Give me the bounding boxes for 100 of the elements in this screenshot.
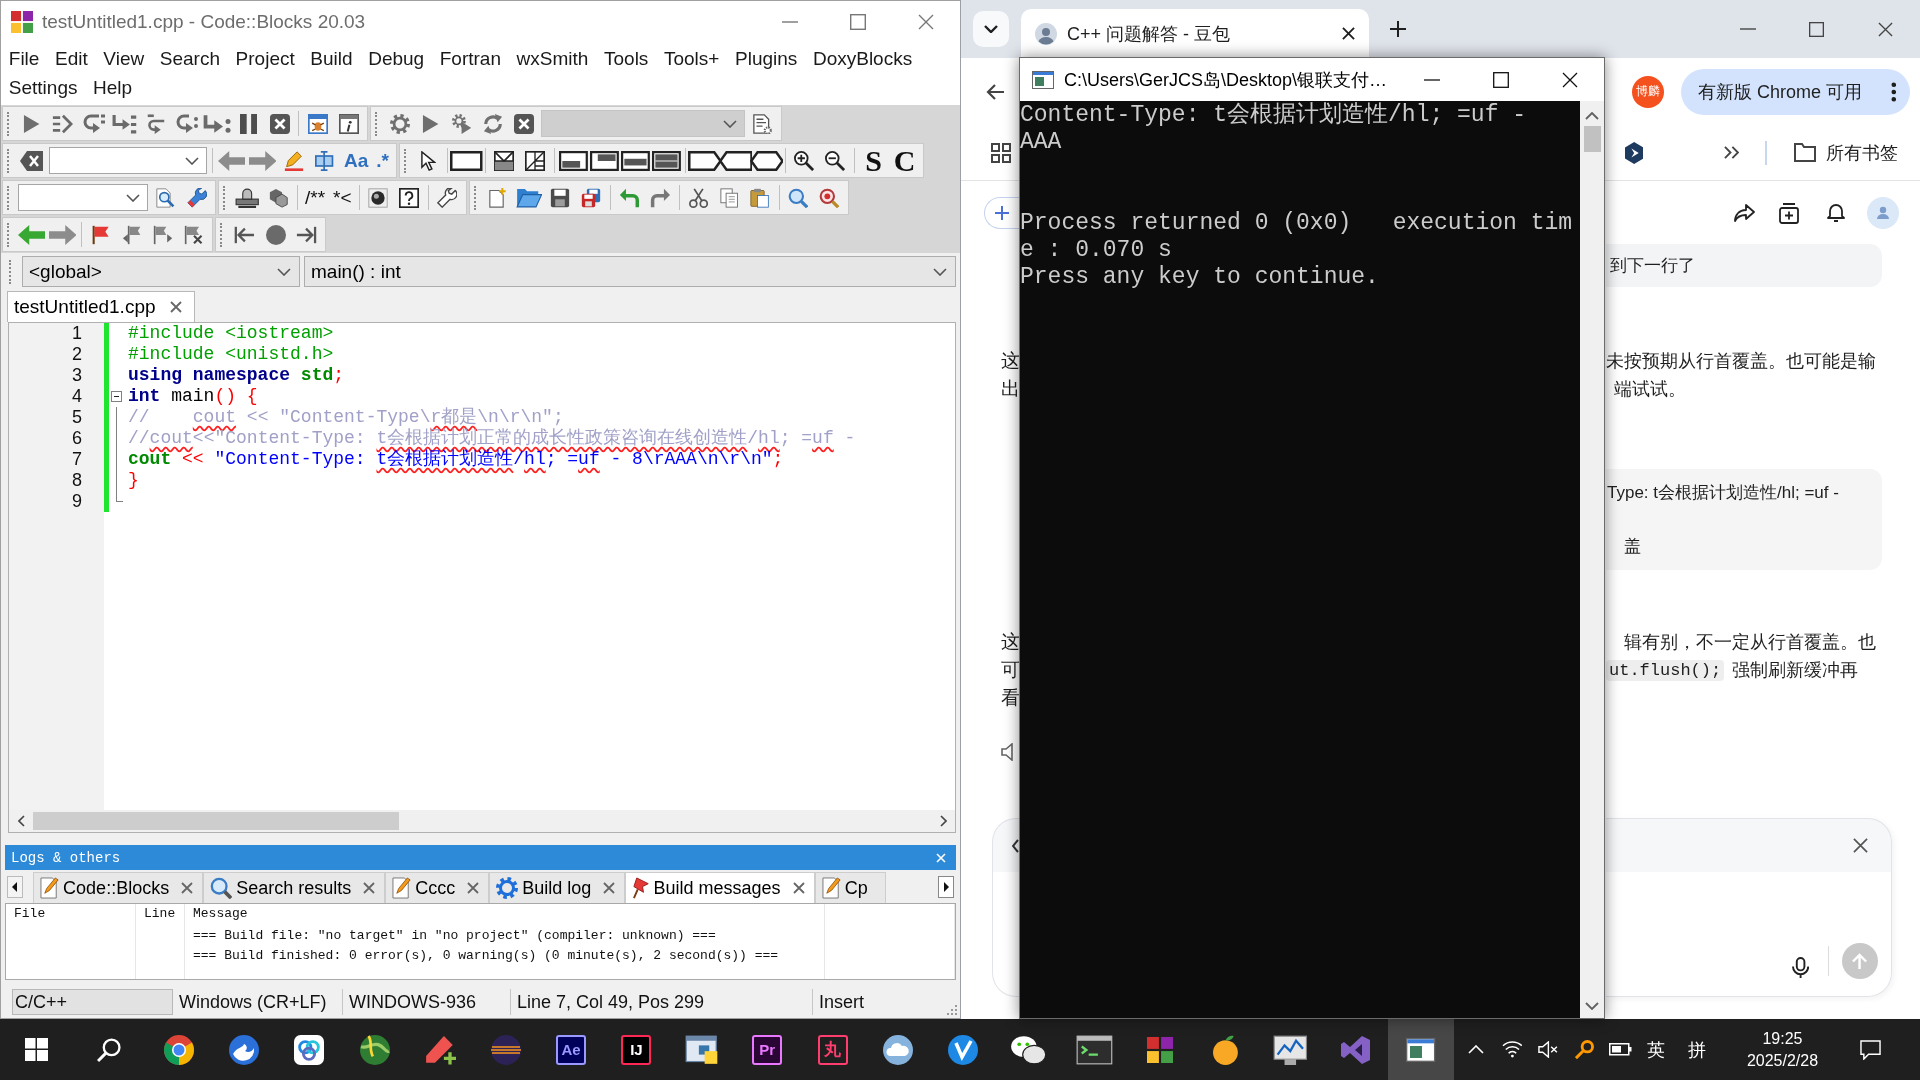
arrow-right-icon[interactable] — [48, 224, 77, 245]
toolbar-grip[interactable] — [473, 185, 478, 210]
menu-item[interactable]: Tools+ — [656, 44, 728, 73]
scrollbar-thumb[interactable] — [1583, 126, 1601, 152]
bug-window-icon[interactable] — [307, 113, 328, 134]
split-box-icon[interactable] — [494, 150, 515, 171]
bar-arrow-right-icon[interactable] — [296, 224, 317, 245]
toolbar-grip[interactable] — [7, 185, 11, 210]
search-replace-icon[interactable] — [819, 187, 840, 208]
close-icon[interactable] — [1342, 27, 1355, 40]
wrench-icon[interactable] — [186, 187, 207, 208]
bell-icon[interactable] — [1827, 204, 1845, 222]
help-icon[interactable] — [399, 187, 420, 208]
letter-button[interactable]: S — [858, 146, 889, 175]
tag-shape-icon[interactable] — [718, 150, 753, 171]
close-icon[interactable] — [1878, 21, 1893, 37]
menu-item[interactable]: View — [95, 44, 152, 73]
menu-item[interactable]: File — [1, 44, 48, 73]
comment-button[interactable]: *< — [329, 183, 356, 212]
scope-dropdown[interactable]: <global> — [22, 256, 300, 287]
zoom-in-icon[interactable] — [794, 150, 815, 171]
bar-box-icon[interactable] — [559, 150, 588, 171]
paste-icon[interactable] — [750, 187, 770, 208]
flag-arrow-icon[interactable] — [152, 224, 173, 245]
resize-grip-icon[interactable] — [947, 1005, 957, 1015]
rectangle-icon[interactable] — [450, 150, 483, 171]
menu-item[interactable]: Search — [152, 44, 228, 73]
play-icon[interactable] — [22, 113, 41, 134]
triangle-right-icon[interactable] — [938, 875, 954, 898]
open-folder-icon[interactable] — [516, 187, 542, 208]
battery-icon[interactable] — [1608, 1043, 1632, 1056]
toolbar-grip[interactable] — [7, 111, 11, 136]
toolbar-grip[interactable] — [223, 185, 227, 210]
play-icon[interactable] — [421, 113, 440, 134]
input-language[interactable]: 英 — [1647, 1037, 1665, 1062]
menu-item[interactable]: Fortran — [431, 44, 509, 73]
maximize-icon[interactable] — [1492, 71, 1509, 88]
new-chat-button[interactable] — [984, 197, 1020, 229]
more-icon[interactable] — [1890, 81, 1896, 102]
undo-icon[interactable] — [618, 187, 640, 208]
windows-icon[interactable] — [24, 1038, 48, 1061]
share-icon[interactable] — [1734, 204, 1755, 222]
chat-input-field[interactable] — [1606, 818, 1892, 997]
wifi-icon[interactable] — [1501, 1041, 1523, 1058]
menu-item[interactable]: DoxyBlocks — [805, 44, 920, 73]
search-icon[interactable] — [97, 1037, 121, 1062]
diagonal-box-icon[interactable] — [525, 150, 546, 171]
flag-arrow-icon[interactable] — [121, 224, 142, 245]
refresh-icon[interactable] — [482, 113, 503, 134]
curved-arrow-icon[interactable] — [145, 113, 166, 134]
wrench-icon[interactable] — [437, 187, 458, 208]
browser-tab[interactable]: C++ 问题解答 - 豆包 — [1021, 9, 1369, 58]
notification-icon[interactable] — [1859, 1039, 1881, 1060]
info-window-icon[interactable] — [338, 113, 359, 134]
toolbar-grip[interactable] — [7, 148, 11, 173]
save-all-icon[interactable] — [581, 187, 602, 208]
input-mode[interactable]: 拼 — [1688, 1037, 1706, 1062]
chevron-down-icon[interactable] — [1585, 1002, 1599, 1010]
panel-tab[interactable]: Build log — [489, 872, 626, 903]
clear-icon[interactable] — [20, 150, 43, 171]
chevron-right-icon[interactable] — [940, 815, 947, 827]
gear-icon[interactable] — [389, 113, 410, 134]
menu-item[interactable]: Tools — [596, 44, 657, 73]
speaker-icon[interactable] — [1001, 743, 1013, 761]
taskbar-button[interactable]: IJ — [603, 1019, 670, 1080]
menu-item[interactable]: Debug — [360, 44, 432, 73]
redo-icon[interactable] — [649, 187, 671, 208]
flag-icon[interactable] — [91, 224, 110, 245]
close-icon[interactable] — [1853, 838, 1868, 853]
chevron-left-icon[interactable] — [18, 815, 25, 827]
find-document-icon[interactable] — [156, 187, 175, 208]
dot-icon[interactable] — [265, 224, 286, 245]
menu-item[interactable]: Plugins — [727, 44, 806, 73]
close-icon[interactable] — [1561, 71, 1578, 88]
tag-shape-icon[interactable] — [687, 150, 722, 171]
cursor-icon[interactable] — [421, 150, 436, 171]
new-file-icon[interactable] — [489, 187, 507, 208]
taskbar-button[interactable]: Ae — [538, 1019, 604, 1080]
toolbar-grip[interactable] — [9, 259, 13, 284]
panel-tab[interactable]: Cccc — [385, 872, 490, 903]
cubes-icon[interactable] — [268, 187, 289, 208]
bar-box-icon[interactable] — [590, 150, 619, 171]
bookmarks-folder[interactable]: 所有书签 — [1794, 140, 1898, 165]
toolbar-grip[interactable] — [7, 222, 11, 247]
taskbar-button[interactable]: Pr — [734, 1019, 800, 1080]
stamp-icon[interactable] — [235, 187, 260, 208]
triangle-left-icon[interactable] — [7, 875, 23, 898]
curved-arrow-icon[interactable] — [82, 113, 105, 134]
selection-icon[interactable] — [315, 150, 334, 171]
minimize-icon[interactable] — [1423, 78, 1440, 81]
menu-item[interactable]: Settings — [1, 73, 86, 102]
document-gear-icon[interactable] — [752, 113, 773, 134]
editor-tab[interactable]: testUntitled1.cpp — [7, 291, 195, 322]
scrollbar-thumb[interactable] — [33, 812, 399, 830]
scissors-icon[interactable] — [688, 187, 708, 208]
zoom-out-icon[interactable] — [825, 150, 846, 171]
hexagon-shape-icon[interactable] — [749, 150, 784, 171]
panel-tab[interactable]: Cp — [814, 872, 886, 903]
maximize-icon[interactable] — [1809, 21, 1824, 37]
panel-tab[interactable]: Search results — [203, 872, 386, 903]
